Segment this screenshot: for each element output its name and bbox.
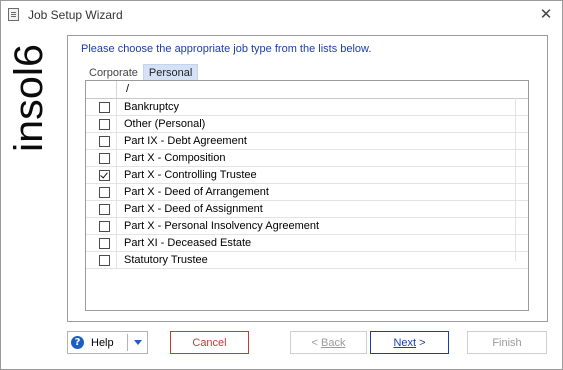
back-label: Back	[321, 336, 346, 349]
job-type-checkbox[interactable]	[99, 204, 110, 215]
list-item[interactable]: Part X - Controlling Trustee	[86, 167, 528, 184]
insol6-logo: insol6	[7, 44, 51, 152]
list-item[interactable]: Statutory Trustee	[86, 252, 528, 269]
job-type-label: Part X - Deed of Assignment	[124, 203, 263, 215]
check-column-header	[86, 81, 117, 98]
job-type-label: Part X - Composition	[124, 152, 226, 164]
title-bar: Job Setup Wizard ✕	[1, 1, 562, 30]
list-item[interactable]: Bankruptcy	[86, 99, 528, 116]
job-type-label: Part X - Deed of Arrangement	[124, 186, 269, 198]
list-header: /	[86, 81, 528, 99]
finish-label: Finish	[492, 336, 522, 349]
job-type-list: / Bankruptcy Other (Personal) Part IX - De…	[85, 80, 529, 311]
job-type-checkbox[interactable]	[99, 255, 110, 266]
job-type-checkbox[interactable]	[99, 170, 110, 181]
check-cell	[86, 167, 117, 183]
finish-button[interactable]: Finish	[467, 331, 547, 354]
list-item[interactable]: Part XI - Deceased Estate	[86, 235, 528, 252]
next-arrow: >	[419, 336, 426, 349]
list-item[interactable]: Part X - Deed of Arrangement	[86, 184, 528, 201]
job-type-checkbox[interactable]	[99, 119, 110, 130]
job-type-label: Part IX - Debt Agreement	[124, 135, 247, 147]
cancel-label: Cancel	[192, 336, 227, 349]
app-icon	[8, 8, 19, 21]
help-split-divider	[127, 334, 128, 351]
list-header-label: /	[126, 83, 130, 95]
cancel-button[interactable]: Cancel	[170, 331, 249, 354]
grid-divider	[515, 98, 516, 261]
check-cell	[86, 150, 117, 166]
list-item[interactable]: Other (Personal)	[86, 116, 528, 133]
job-type-checkbox[interactable]	[99, 102, 110, 113]
job-type-label: Part X - Personal Insolvency Agreement	[124, 220, 320, 232]
check-cell	[86, 116, 117, 132]
next-button[interactable]: Next >	[370, 331, 449, 354]
help-label: Help	[91, 336, 114, 349]
chevron-down-icon[interactable]	[134, 340, 142, 345]
job-type-label: Part XI - Deceased Estate	[124, 237, 252, 249]
help-icon: ?	[71, 336, 84, 349]
check-cell	[86, 133, 117, 149]
check-cell	[86, 235, 117, 251]
window-title: Job Setup Wizard	[28, 8, 123, 22]
list-item[interactable]: Part X - Personal Insolvency Agreement	[86, 218, 528, 235]
job-type-label: Bankruptcy	[124, 101, 180, 113]
list-item[interactable]: Part X - Deed of Assignment	[86, 201, 528, 218]
instruction-text: Please choose the appropriate job type f…	[81, 43, 372, 55]
close-icon[interactable]: ✕	[538, 6, 554, 22]
next-label: Next	[393, 336, 417, 349]
job-type-checkbox[interactable]	[99, 238, 110, 249]
back-button[interactable]: < Back	[290, 331, 367, 354]
check-cell	[86, 99, 117, 115]
job-type-label: Statutory Trustee	[124, 254, 208, 266]
list-item[interactable]: Part IX - Debt Agreement	[86, 133, 528, 150]
job-type-checkbox[interactable]	[99, 136, 110, 147]
job-type-label: Part X - Controlling Trustee	[124, 169, 257, 181]
job-type-checkbox[interactable]	[99, 221, 110, 232]
job-type-label: Other (Personal)	[124, 118, 206, 130]
check-cell	[86, 184, 117, 200]
job-type-checkbox[interactable]	[99, 187, 110, 198]
back-arrow: <	[311, 336, 318, 349]
job-type-checkbox[interactable]	[99, 153, 110, 164]
logo-text: insol6	[7, 44, 51, 152]
check-cell	[86, 201, 117, 217]
list-item[interactable]: Part X - Composition	[86, 150, 528, 167]
check-cell	[86, 218, 117, 234]
help-button[interactable]: ? Help	[67, 331, 148, 354]
check-cell	[86, 252, 117, 268]
job-type-tabs: Corporate Personal	[84, 64, 199, 82]
tab-corporate[interactable]: Corporate	[84, 65, 143, 81]
